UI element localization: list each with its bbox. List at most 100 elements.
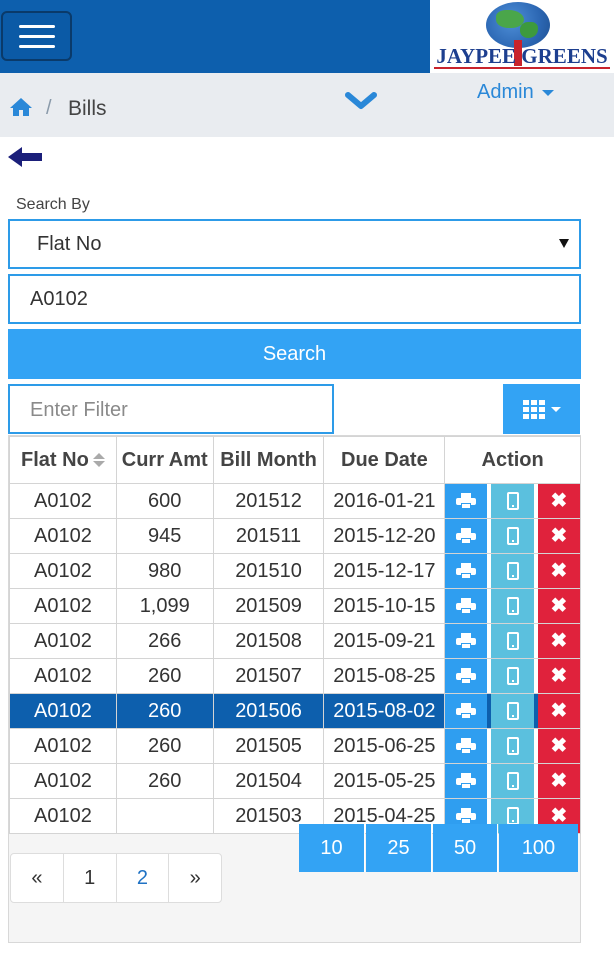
close-icon: ✖ [550, 560, 568, 582]
cell-bill-month: 201512 [212, 483, 325, 519]
user-menu-label: Admin [477, 81, 534, 103]
print-button[interactable] [445, 764, 488, 798]
cell-actions: ✖ [444, 728, 581, 764]
home-icon[interactable] [9, 97, 33, 117]
page-size-25-button[interactable]: 25 [366, 824, 432, 872]
print-button[interactable] [445, 694, 488, 728]
table-row[interactable]: A0102 260 201505 2015-06-25 ✖ [9, 728, 581, 764]
column-header-curr-amt[interactable]: Curr Amt [115, 436, 214, 484]
cell-bill-month: 201506 [212, 693, 325, 729]
table-row[interactable]: A0102 945 201511 2015-12-20 ✖ [9, 518, 581, 554]
page-2-button[interactable]: 2 [117, 854, 170, 902]
cell-bill-month: 201507 [212, 658, 325, 694]
table-row[interactable]: A0102 266 201508 2015-09-21 ✖ [9, 623, 581, 659]
delete-button[interactable]: ✖ [537, 589, 580, 623]
mobile-button[interactable] [491, 484, 534, 518]
delete-button[interactable]: ✖ [537, 729, 580, 763]
column-header-due-date[interactable]: Due Date [323, 436, 446, 484]
print-icon [456, 668, 477, 684]
filter-input[interactable]: Enter Filter [8, 384, 334, 434]
table-row[interactable]: A0102 1,099 201509 2015-10-15 ✖ [9, 588, 581, 624]
cell-bill-month: 201509 [212, 588, 325, 624]
mobile-button[interactable] [491, 729, 534, 763]
cell-actions: ✖ [444, 623, 581, 659]
print-icon [456, 738, 477, 754]
delete-button[interactable]: ✖ [537, 484, 580, 518]
print-button[interactable] [445, 484, 488, 518]
cell-due-date: 2015-08-02 [323, 693, 446, 729]
sort-icon[interactable] [92, 452, 105, 468]
menu-toggle-button[interactable] [1, 11, 72, 61]
close-icon: ✖ [550, 700, 568, 722]
page-prev-button[interactable]: « [11, 854, 64, 902]
back-arrow-icon[interactable] [8, 146, 44, 168]
cell-due-date: 2015-10-15 [323, 588, 446, 624]
cell-flat-no: A0102 [9, 588, 117, 624]
delete-button[interactable]: ✖ [537, 519, 580, 553]
delete-button[interactable]: ✖ [537, 624, 580, 658]
column-toggle-button[interactable] [503, 384, 580, 434]
page-next-button[interactable]: » [169, 854, 221, 902]
cell-curr-amt: 945 [115, 518, 214, 554]
mobile-icon [506, 667, 519, 685]
cell-flat-no: A0102 [9, 658, 117, 694]
search-value-input[interactable]: A0102 [8, 274, 581, 324]
brand-logo: JAYPEE GREENS [430, 0, 614, 73]
cell-flat-no: A0102 [9, 728, 117, 764]
cell-flat-no: A0102 [9, 763, 117, 799]
mobile-button[interactable] [491, 589, 534, 623]
table-row[interactable]: A0102 260 201507 2015-08-25 ✖ [9, 658, 581, 694]
page-size-100-button[interactable]: 100 [499, 824, 578, 872]
mobile-icon [506, 562, 519, 580]
delete-button[interactable]: ✖ [537, 554, 580, 588]
close-icon: ✖ [550, 525, 568, 547]
page-size-10-button[interactable]: 10 [299, 824, 365, 872]
mobile-button[interactable] [491, 764, 534, 798]
print-button[interactable] [445, 519, 488, 553]
table-row[interactable]: A0102 600 201512 2016-01-21 ✖ [9, 483, 581, 519]
chevron-down-icon[interactable] [345, 90, 377, 112]
mobile-button[interactable] [491, 659, 534, 693]
page-1-button[interactable]: 1 [64, 854, 117, 902]
mobile-button[interactable] [491, 519, 534, 553]
print-button[interactable] [445, 589, 488, 623]
print-button[interactable] [445, 659, 488, 693]
cell-bill-month: 201511 [212, 518, 325, 554]
print-icon [456, 633, 477, 649]
close-icon: ✖ [550, 770, 568, 792]
page-size-50-button[interactable]: 50 [433, 824, 498, 872]
table-row[interactable]: A0102 260 201504 2015-05-25 ✖ [9, 763, 581, 799]
column-header-flat-no[interactable]: Flat No [9, 436, 117, 484]
breadcrumb-current: Bills [68, 97, 107, 120]
print-icon [456, 773, 477, 789]
column-header-bill-month[interactable]: Bill Month [212, 436, 325, 484]
print-button[interactable] [445, 729, 488, 763]
breadcrumb-separator: / [46, 97, 52, 119]
column-header-action: Action [444, 436, 581, 484]
search-field-select[interactable]: Flat No [8, 219, 581, 269]
delete-button[interactable]: ✖ [537, 694, 580, 728]
print-icon [456, 598, 477, 614]
cell-flat-no: A0102 [9, 518, 117, 554]
search-button[interactable]: Search [8, 329, 581, 379]
mobile-button[interactable] [491, 694, 534, 728]
caret-down-icon [550, 406, 561, 412]
print-button[interactable] [445, 624, 488, 658]
user-menu[interactable]: Admin [477, 81, 554, 104]
delete-button[interactable]: ✖ [537, 659, 580, 693]
table-row[interactable]: A0102 260 201506 2015-08-02 ✖ [9, 693, 581, 729]
print-button[interactable] [445, 554, 488, 588]
cell-due-date: 2015-08-25 [323, 658, 446, 694]
delete-button[interactable]: ✖ [537, 764, 580, 798]
mobile-icon [506, 632, 519, 650]
cell-flat-no: A0102 [9, 623, 117, 659]
cell-actions: ✖ [444, 483, 581, 519]
cell-flat-no: A0102 [9, 693, 117, 729]
logo-underline [434, 67, 610, 69]
table-row[interactable]: A0102 980 201510 2015-12-17 ✖ [9, 553, 581, 589]
mobile-button[interactable] [491, 554, 534, 588]
print-icon [456, 808, 477, 824]
mobile-button[interactable] [491, 624, 534, 658]
top-bar [0, 0, 430, 73]
cell-flat-no: A0102 [9, 483, 117, 519]
